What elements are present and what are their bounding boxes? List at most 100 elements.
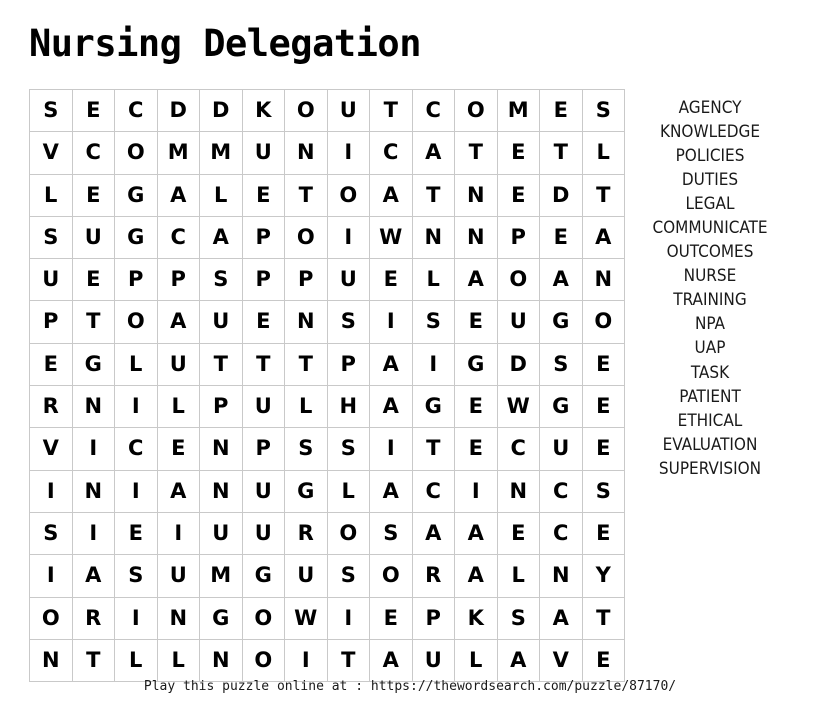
grid-cell[interactable]: A	[369, 173, 413, 217]
grid-cell[interactable]: I	[326, 215, 370, 260]
grid-cell[interactable]: P	[114, 258, 158, 302]
grid-cell[interactable]: A	[156, 469, 200, 513]
grid-cell[interactable]: O	[284, 88, 328, 133]
grid-cell[interactable]: E	[241, 173, 285, 217]
grid-cell[interactable]: C	[156, 215, 200, 260]
word-list-item[interactable]: NURSE	[620, 264, 800, 288]
grid-cell[interactable]: S	[326, 427, 370, 471]
grid-cell[interactable]: U	[411, 638, 455, 683]
grid-cell[interactable]: O	[29, 596, 73, 640]
grid-cell[interactable]: G	[114, 173, 158, 217]
grid-cell[interactable]: T	[369, 88, 413, 133]
grid-cell[interactable]: S	[326, 300, 370, 344]
grid-cell[interactable]: T	[71, 300, 115, 344]
grid-cell[interactable]: O	[326, 511, 370, 556]
grid-cell[interactable]: A	[411, 511, 455, 556]
word-list-item[interactable]: COMMUNICATE	[620, 216, 800, 240]
grid-cell[interactable]: P	[241, 258, 285, 302]
grid-cell[interactable]: E	[496, 173, 540, 217]
grid-cell[interactable]: A	[539, 258, 583, 302]
word-list-item[interactable]: NPA	[620, 312, 800, 336]
grid-cell[interactable]: O	[241, 638, 285, 683]
grid-cell[interactable]: U	[199, 300, 243, 344]
grid-cell[interactable]: I	[114, 385, 158, 429]
grid-cell[interactable]: U	[199, 511, 243, 556]
grid-cell[interactable]: C	[114, 88, 158, 133]
grid-cell[interactable]: A	[369, 342, 413, 387]
grid-cell[interactable]: S	[539, 342, 583, 387]
grid-cell[interactable]: E	[496, 131, 540, 175]
word-list-item[interactable]: KNOWLEDGE	[620, 120, 800, 144]
grid-cell[interactable]: M	[199, 554, 243, 598]
grid-cell[interactable]: G	[539, 300, 583, 344]
grid-cell[interactable]: I	[454, 469, 498, 513]
grid-cell[interactable]: P	[29, 300, 73, 344]
word-list-item[interactable]: EVALUATION	[620, 433, 800, 457]
grid-cell[interactable]: U	[326, 88, 370, 133]
grid-cell[interactable]: S	[29, 215, 73, 260]
grid-cell[interactable]: L	[29, 173, 73, 217]
grid-cell[interactable]: A	[581, 215, 625, 260]
grid-cell[interactable]: C	[369, 131, 413, 175]
grid-cell[interactable]: I	[326, 131, 370, 175]
grid-cell[interactable]: P	[496, 215, 540, 260]
grid-cell[interactable]: E	[71, 173, 115, 217]
grid-cell[interactable]: S	[496, 596, 540, 640]
word-list-item[interactable]: TRAINING	[620, 288, 800, 312]
grid-cell[interactable]: W	[284, 596, 328, 640]
grid-cell[interactable]: E	[71, 258, 115, 302]
grid-cell[interactable]: E	[539, 88, 583, 133]
grid-cell[interactable]: R	[284, 511, 328, 556]
grid-cell[interactable]: W	[496, 385, 540, 429]
grid-cell[interactable]: M	[496, 88, 540, 133]
grid-cell[interactable]: U	[241, 131, 285, 175]
grid-cell[interactable]: N	[199, 469, 243, 513]
grid-cell[interactable]: O	[496, 258, 540, 302]
grid-cell[interactable]: I	[369, 427, 413, 471]
grid-cell[interactable]: U	[71, 215, 115, 260]
grid-cell[interactable]: O	[241, 596, 285, 640]
grid-cell[interactable]: N	[284, 300, 328, 344]
grid-cell[interactable]: U	[241, 385, 285, 429]
grid-cell[interactable]: C	[539, 511, 583, 556]
grid-cell[interactable]: P	[284, 258, 328, 302]
grid-cell[interactable]: T	[411, 173, 455, 217]
grid-cell[interactable]: T	[71, 638, 115, 683]
grid-cell[interactable]: S	[369, 511, 413, 556]
grid-cell[interactable]: U	[156, 554, 200, 598]
grid-cell[interactable]: I	[411, 342, 455, 387]
grid-cell[interactable]: E	[581, 638, 625, 683]
grid-cell[interactable]: A	[71, 554, 115, 598]
grid-cell[interactable]: L	[199, 173, 243, 217]
grid-cell[interactable]: P	[411, 596, 455, 640]
grid-cell[interactable]: A	[454, 554, 498, 598]
grid-cell[interactable]: G	[114, 215, 158, 260]
grid-cell[interactable]: U	[241, 511, 285, 556]
grid-cell[interactable]: T	[284, 173, 328, 217]
grid-cell[interactable]: A	[496, 638, 540, 683]
grid-cell[interactable]: S	[114, 554, 158, 598]
grid-cell[interactable]: G	[199, 596, 243, 640]
grid-cell[interactable]: V	[539, 638, 583, 683]
grid-cell[interactable]: G	[241, 554, 285, 598]
grid-cell[interactable]: S	[29, 88, 73, 133]
grid-cell[interactable]: S	[199, 258, 243, 302]
grid-cell[interactable]: I	[156, 511, 200, 556]
grid-cell[interactable]: M	[156, 131, 200, 175]
grid-cell[interactable]: P	[241, 427, 285, 471]
grid-cell[interactable]: Y	[581, 554, 625, 598]
grid-cell[interactable]: E	[581, 427, 625, 471]
grid-cell[interactable]: T	[581, 173, 625, 217]
grid-cell[interactable]: E	[454, 385, 498, 429]
grid-cell[interactable]: A	[156, 300, 200, 344]
grid-cell[interactable]: R	[29, 385, 73, 429]
grid-cell[interactable]: I	[284, 638, 328, 683]
grid-cell[interactable]: K	[454, 596, 498, 640]
word-list-item[interactable]: PATIENT	[620, 385, 800, 409]
grid-cell[interactable]: P	[199, 385, 243, 429]
grid-cell[interactable]: L	[156, 638, 200, 683]
grid-cell[interactable]: C	[539, 469, 583, 513]
grid-cell[interactable]: S	[411, 300, 455, 344]
grid-cell[interactable]: S	[581, 469, 625, 513]
word-list-item[interactable]: DUTIES	[620, 168, 800, 192]
